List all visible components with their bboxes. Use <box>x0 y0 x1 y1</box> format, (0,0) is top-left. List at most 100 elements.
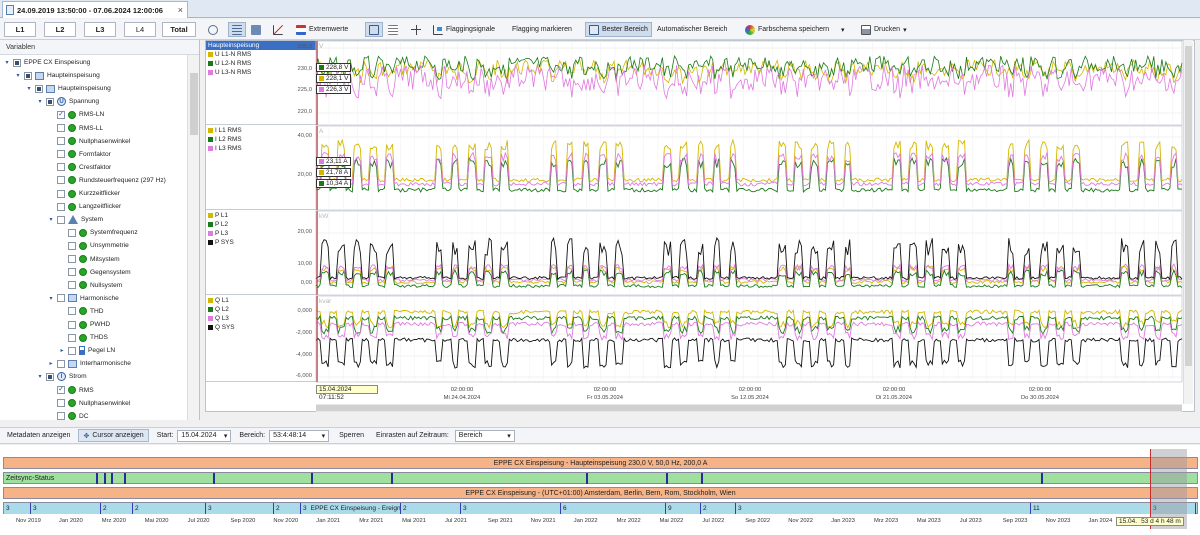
timeline-date-label: Jan 2023 <box>831 518 855 524</box>
event-segment[interactable]: 2 <box>401 503 461 514</box>
event-segment[interactable]: 2 <box>701 503 736 514</box>
event-count: 3 <box>303 505 307 512</box>
y-tick-label: 20,00 <box>297 172 312 178</box>
event-segment[interactable]: 3 <box>4 503 31 514</box>
y-tick-label: 10,00 <box>297 261 312 267</box>
unit-label: V <box>319 43 324 50</box>
event-count: 2 <box>276 505 280 512</box>
timesync-marker <box>104 473 106 484</box>
chevron-down-icon: ▾ <box>223 432 228 440</box>
start-label: Start: <box>156 432 174 439</box>
y-tick-label: 220,0 <box>297 109 312 115</box>
timeline-date-label: Jan 2021 <box>316 518 341 524</box>
timeline-timesync-band[interactable]: Zeitsync-Status <box>3 472 1198 484</box>
sperren-button[interactable]: Sperren <box>335 429 368 442</box>
einrasten-label: Einrasten auf Zeitraum: <box>376 432 449 439</box>
timeline-timezone-band[interactable]: EPPE CX Einspeisung - (UTC+01:00) Amster… <box>3 487 1198 499</box>
value-swatch <box>319 170 324 175</box>
timeline-device-band[interactable]: EPPE CX Einspeisung - Haupteinspeisung 2… <box>3 457 1198 469</box>
event-segment[interactable]: 3 <box>31 503 101 514</box>
plot-frame <box>315 125 1183 211</box>
timeline-date-label: Mrz 2023 <box>874 518 899 524</box>
event-count: 11 <box>1033 505 1040 512</box>
timezone-band-label: EPPE CX Einspeisung - (UTC+01:00) Amster… <box>465 489 736 497</box>
value-swatch <box>319 159 324 164</box>
event-segment[interactable]: 2 <box>274 503 301 514</box>
plot-frame <box>315 40 1183 126</box>
cursor-anzeigen-button[interactable]: ✥ Cursor anzeigen <box>78 429 149 442</box>
chevron-down-icon: ▾ <box>321 432 326 440</box>
timesync-marker <box>213 473 215 484</box>
x-tick-label: 02:00:00 <box>450 387 474 393</box>
timeline-date-label: Jan 2024 <box>1088 518 1113 524</box>
einrasten-field[interactable]: Bereich ▾ <box>454 429 515 442</box>
chart-horizontal-scroll-thumb[interactable] <box>316 405 1182 411</box>
unit-label: kW <box>319 213 329 220</box>
event-count: 2 <box>135 505 139 512</box>
value-swatch <box>319 76 324 81</box>
y-tick-label: 0,00 <box>300 280 312 286</box>
selection-start: 15.04. <box>1119 518 1138 525</box>
event-count: 3 <box>463 505 467 512</box>
plot-canvas[interactable] <box>0 0 1200 420</box>
event-segment[interactable]: 11 <box>1031 503 1151 514</box>
signal-trace <box>315 236 1183 281</box>
timeline-date-label: Nov 2020 <box>273 518 299 524</box>
timeline-date-label: Sep 2021 <box>487 518 513 524</box>
timeline-date-label: Nov 2022 <box>788 518 814 524</box>
selection-duration: 53 d 4 h 48 m <box>1141 518 1181 525</box>
timesync-marker <box>701 473 703 484</box>
x-tick-label: Do 30.05.2024 <box>1020 395 1060 401</box>
event-segment[interactable]: 2 <box>101 503 133 514</box>
metadaten-button[interactable]: Metadaten anzeigen <box>3 429 74 442</box>
timeline-date-label: Nov 2021 <box>530 518 556 524</box>
event-segment[interactable]: 2 <box>133 503 206 514</box>
chevron-down-icon: ▾ <box>507 432 511 440</box>
event-count: 2 <box>103 505 107 512</box>
timesync-marker <box>1041 473 1043 484</box>
start-date-field[interactable]: 15.04.2024 ▾ <box>177 429 232 442</box>
event-count: 3 <box>33 505 37 512</box>
y-tick-label: 0,000 <box>297 308 312 314</box>
cursor-value-box: 228,1 V <box>316 74 352 83</box>
event-segment[interactable]: 3 <box>736 503 1031 514</box>
event-count: 3 <box>6 505 10 512</box>
timeline-events-band[interactable]: 3322323EPPE CX Einspeisung - Ereignisse2… <box>3 502 1198 514</box>
events-band-label: EPPE CX Einspeisung - Ereignisse <box>310 505 401 512</box>
event-count: 3 <box>738 505 742 512</box>
x-tick-label: 02:00:00 <box>593 387 617 393</box>
value-swatch <box>319 87 324 92</box>
timeline-date-label: Jul 2021 <box>445 518 467 524</box>
event-segment[interactable]: 6 <box>561 503 666 514</box>
timeline-date-label: Jan 2022 <box>573 518 598 524</box>
timeline-date-label: Sep 2022 <box>745 518 771 524</box>
y-tick-label: 230,0 <box>297 66 312 72</box>
timeline-date-label: Mrz 2020 <box>101 518 126 524</box>
y-tick-label: 20,00 <box>297 229 312 235</box>
signal-trace <box>315 156 1183 194</box>
cursor-icon: ✥ <box>83 432 90 440</box>
event-segment[interactable]: 3 <box>461 503 561 514</box>
timesync-marker <box>311 473 313 484</box>
x-tick-label: 02:00:00 <box>882 387 906 393</box>
bereich-field[interactable]: 53:4:48:14 ▾ <box>269 429 330 442</box>
cursor-value: 10,34 A <box>326 179 349 187</box>
timeline-date-label: Mrz 2021 <box>359 518 384 524</box>
cursor-value: 228,8 V <box>326 63 349 71</box>
event-segment[interactable]: 3EPPE CX Einspeisung - Ereignisse <box>301 503 401 514</box>
event-segment[interactable]: 9 <box>666 503 701 514</box>
event-count: 2 <box>403 505 407 512</box>
y-tick-label: -2,000 <box>295 330 312 336</box>
einrasten-value: Bereich <box>458 432 483 439</box>
timeline-date-label: Sep 2020 <box>230 518 256 524</box>
x-tick-label: Mi 24.04.2024 <box>443 395 481 401</box>
cursor-value-box: 10,34 A <box>316 179 352 188</box>
timesync-marker <box>666 473 668 484</box>
event-count: 2 <box>703 505 707 512</box>
cursor-value: 226,3 V <box>326 85 349 93</box>
event-segment[interactable]: 3 <box>206 503 274 514</box>
timeline-date-label: Nov 2019 <box>16 518 41 524</box>
signal-trace <box>315 268 1183 289</box>
y-tick-label: 235,0 <box>297 44 312 50</box>
timeline-date-label: Jul 2020 <box>187 518 210 524</box>
